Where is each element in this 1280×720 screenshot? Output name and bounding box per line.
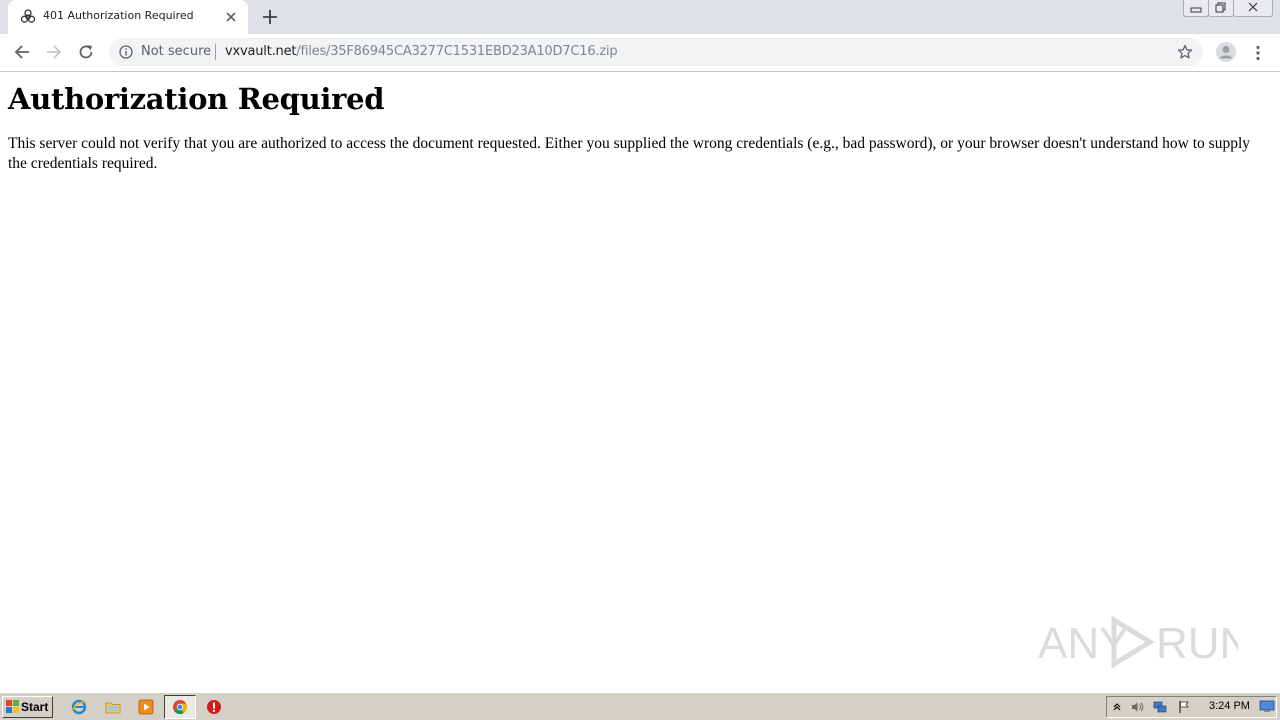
internet-explorer-icon[interactable] (71, 699, 87, 715)
security-status[interactable]: Not secure (141, 44, 211, 59)
error-message: This server could not verify that you ar… (8, 135, 1251, 172)
browser-toolbar: Not secure vxvault.net/files/35F86945CA3… (0, 34, 1280, 72)
new-tab-icon[interactable] (261, 8, 279, 26)
windows-logo-icon (6, 700, 19, 713)
system-tray: 3:24 PM (1106, 696, 1277, 718)
browser-tab[interactable]: 401 Authorization Required (8, 0, 248, 34)
biohazard-icon (20, 9, 36, 23)
minimize-button[interactable] (1183, 0, 1209, 17)
restore-button[interactable] (1208, 0, 1234, 17)
anyrun-watermark-logo: ANY RUN (1038, 615, 1238, 669)
start-button[interactable]: Start (2, 696, 53, 718)
taskbar-chrome-button[interactable] (164, 695, 196, 719)
reload-icon[interactable] (77, 43, 95, 61)
page-title: Authorization Required (8, 82, 385, 116)
taskbar: Start 3:24 PM (0, 692, 1280, 720)
action-center-flag-icon[interactable] (1177, 700, 1191, 714)
url-path: /files/35F86945CA3277C1531EBD23A10D7C16.… (296, 44, 618, 59)
chrome-icon (173, 700, 188, 715)
minimize-icon (1190, 7, 1202, 13)
close-icon[interactable] (224, 10, 238, 24)
media-player-icon[interactable] (138, 699, 154, 715)
kebab-menu-icon[interactable] (1249, 44, 1267, 62)
back-arrow-icon[interactable] (13, 43, 31, 61)
url-text[interactable]: vxvault.net/files/35F86945CA3277C1531EBD… (225, 44, 618, 59)
close-window-icon (1248, 2, 1258, 12)
profile-avatar-icon[interactable] (1215, 41, 1237, 63)
url-host: vxvault.net (225, 44, 297, 59)
tab-strip: 401 Authorization Required (0, 0, 1280, 34)
info-icon[interactable] (119, 45, 133, 59)
window-controls (1183, 0, 1273, 18)
stop-icon[interactable] (206, 699, 222, 715)
watermark-text-right: RUN (1156, 619, 1238, 668)
show-desktop-icon[interactable] (1259, 699, 1275, 713)
folder-icon[interactable] (105, 699, 121, 715)
network-icon[interactable] (1153, 700, 1167, 714)
close-window-button[interactable] (1233, 0, 1273, 17)
show-hidden-icons-icon[interactable] (1110, 700, 1124, 714)
volume-icon[interactable] (1130, 700, 1144, 714)
divider (215, 44, 216, 60)
start-label: Start (21, 700, 49, 714)
clock[interactable]: 3:24 PM (1209, 700, 1250, 712)
tab-title: 401 Authorization Required (43, 9, 194, 22)
bookmark-star-icon[interactable] (1177, 44, 1193, 60)
page-content: Authorization Required This server could… (8, 72, 1272, 174)
restore-icon (1215, 2, 1226, 13)
address-bar[interactable]: Not secure vxvault.net/files/35F86945CA3… (109, 38, 1203, 66)
forward-arrow-icon[interactable] (45, 43, 63, 61)
